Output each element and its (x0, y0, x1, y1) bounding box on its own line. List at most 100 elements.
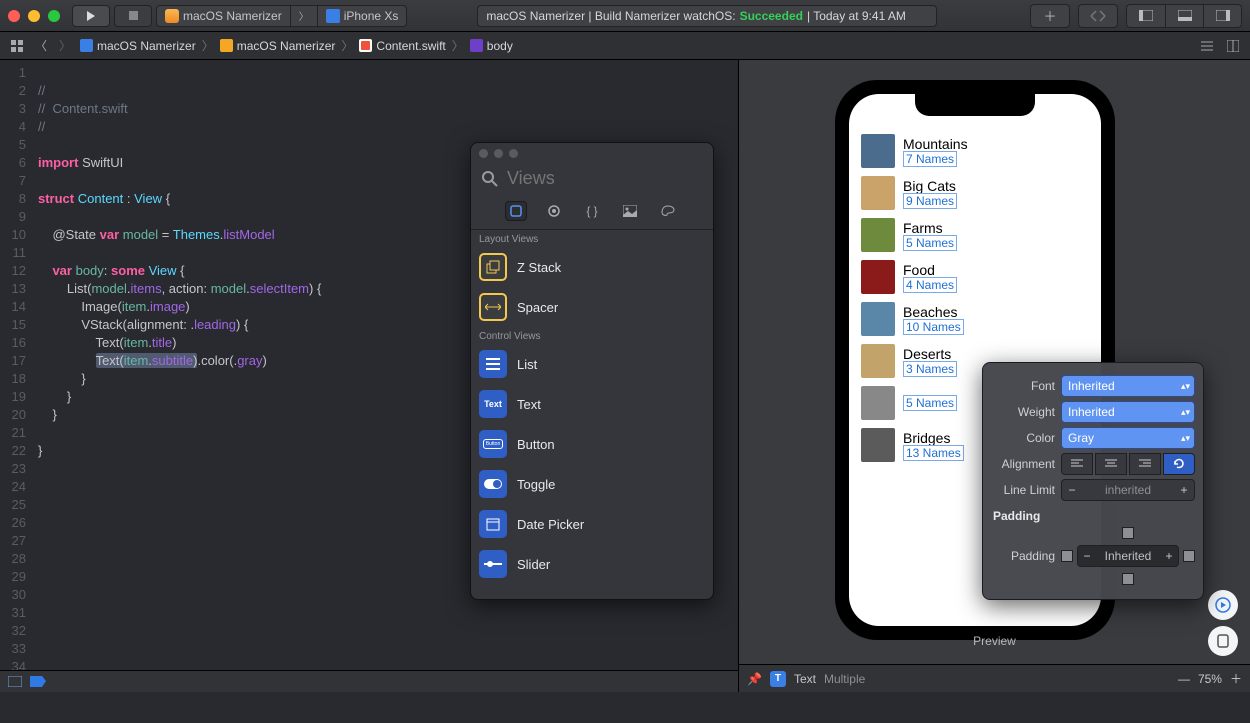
add-editor-icon[interactable] (1224, 37, 1242, 55)
padding-value: Inherited (1096, 549, 1160, 563)
font-select[interactable]: Inherited▴▾ (1061, 375, 1195, 397)
crumb-project[interactable]: macOS Namerizer (97, 39, 196, 53)
selection-type-badge: T (770, 671, 786, 687)
library-tab-colors[interactable] (657, 201, 679, 221)
preview-row-title: Big Cats (903, 178, 957, 194)
line-limit-plus[interactable]: + (1174, 483, 1194, 497)
datepicker-icon (479, 510, 507, 538)
library-popover[interactable]: { } Layout Views Z Stack Spacer Control … (470, 142, 714, 600)
align-reset-button[interactable] (1163, 453, 1195, 475)
stop-button[interactable] (114, 5, 152, 27)
library-tab-media[interactable] (619, 201, 641, 221)
padding-header: Padding (993, 509, 1195, 523)
padding-left-box[interactable] (1061, 550, 1073, 562)
padding-stepper[interactable]: − Inherited + (1077, 545, 1179, 567)
zoom-out-icon[interactable]: — (1178, 672, 1190, 686)
library-item-spacer[interactable]: Spacer (471, 287, 713, 327)
breadcrumb[interactable]: macOS Namerizer 〉 macOS Namerizer 〉 Cont… (80, 37, 513, 54)
library-section-layout: Layout Views (471, 230, 713, 247)
device-notch (915, 94, 1035, 116)
editor-options-icon[interactable] (1198, 37, 1216, 55)
preview-row[interactable]: Big Cats9 Names (857, 172, 1093, 214)
color-select[interactable]: Gray▴▾ (1061, 427, 1195, 449)
padding-bottom-box[interactable] (1122, 573, 1134, 585)
run-button[interactable] (72, 5, 110, 27)
preview-thumbnail (861, 176, 895, 210)
library-minimize-icon[interactable] (494, 149, 503, 158)
library-item-datepicker[interactable]: Date Picker (471, 504, 713, 544)
library-tab-views[interactable] (505, 201, 527, 221)
preview-row-title: Beaches (903, 304, 964, 320)
color-label: Color (991, 431, 1061, 445)
library-zoom-icon[interactable] (509, 149, 518, 158)
zoom-in-icon[interactable]: ＋ (1230, 670, 1242, 687)
button-icon: Button (479, 430, 507, 458)
weight-label: Weight (991, 405, 1061, 419)
preview-row[interactable]: Mountains7 Names (857, 130, 1093, 172)
padding-label: Padding (991, 549, 1061, 563)
toggle-inspector-button[interactable] (1203, 5, 1241, 27)
crumb-symbol[interactable]: body (487, 39, 513, 53)
line-limit-stepper[interactable]: − inherited + (1061, 479, 1195, 501)
code-review-button[interactable] (1079, 5, 1117, 27)
toggle-icon (479, 470, 507, 498)
library-item-label: Button (517, 437, 555, 452)
library-item-toggle[interactable]: Toggle (471, 464, 713, 504)
library-item-zstack[interactable]: Z Stack (471, 247, 713, 287)
zoom-window-icon[interactable] (48, 10, 60, 22)
align-trailing-button[interactable] (1129, 453, 1161, 475)
library-item-slider[interactable]: Slider (471, 544, 713, 584)
attributes-inspector[interactable]: Font Inherited▴▾ Weight Inherited▴▾ Colo… (982, 362, 1204, 600)
property-icon (470, 39, 483, 52)
minimize-window-icon[interactable] (28, 10, 40, 22)
scheme-device[interactable]: iPhone Xs (317, 6, 407, 26)
library-item-text[interactable]: Text Text (471, 384, 713, 424)
padding-right-box[interactable] (1183, 550, 1195, 562)
padding-minus[interactable]: − (1078, 549, 1096, 563)
status-text: macOS Namerizer | Build Namerizer watchO… (486, 9, 735, 23)
scheme-selector[interactable]: macOS Namerizer 〉 iPhone Xs (156, 5, 407, 27)
padding-plus[interactable]: + (1160, 549, 1178, 563)
library-close-icon[interactable] (479, 149, 488, 158)
align-leading-button[interactable] (1061, 453, 1093, 475)
debug-marker-icon[interactable] (30, 676, 46, 687)
live-preview-button[interactable] (1208, 590, 1238, 620)
preview-row[interactable]: Farms5 Names (857, 214, 1093, 256)
selection-type-label: Text (794, 672, 816, 686)
line-limit-value: inherited (1082, 483, 1174, 497)
zstack-icon (479, 253, 507, 281)
scheme-target[interactable]: macOS Namerizer (157, 6, 290, 26)
padding-top-box[interactable] (1122, 527, 1134, 539)
device-icon (326, 9, 340, 23)
close-window-icon[interactable] (8, 10, 20, 22)
library-section-control: Control Views (471, 327, 713, 344)
library-tab-modifiers[interactable] (543, 201, 565, 221)
zoom-level: 75% (1198, 672, 1222, 686)
library-item-list[interactable]: List (471, 344, 713, 384)
library-item-button[interactable]: Button Button (471, 424, 713, 464)
preview-row[interactable]: Beaches10 Names (857, 298, 1093, 340)
padding-control[interactable]: − Inherited + (1061, 527, 1195, 585)
library-plus-button[interactable]: ＋ (1031, 5, 1069, 27)
related-items-icon[interactable] (8, 37, 26, 55)
preview-row-subtitle: 9 Names (903, 194, 957, 208)
library-item-label: List (517, 357, 537, 372)
crumb-folder[interactable]: macOS Namerizer (237, 39, 336, 53)
line-limit-minus[interactable]: − (1062, 483, 1082, 497)
toggle-debug-area-button[interactable] (1165, 5, 1203, 27)
breakpoint-toggle-icon[interactable] (8, 676, 22, 687)
crumb-file[interactable]: Content.swift (376, 39, 445, 53)
align-center-button[interactable] (1095, 453, 1127, 475)
library-tab-snippets[interactable]: { } (581, 201, 603, 221)
nav-back-icon[interactable]: 〈 (32, 37, 50, 55)
preview-row-subtitle: 10 Names (903, 320, 964, 334)
weight-select[interactable]: Inherited▴▾ (1061, 401, 1195, 423)
nav-forward-icon[interactable]: 〉 (56, 37, 74, 55)
pin-preview-icon[interactable]: 📌 (747, 672, 762, 686)
scheme-target-label: macOS Namerizer (183, 9, 282, 23)
status-succeeded: Succeeded (740, 9, 803, 23)
library-search-input[interactable] (507, 168, 714, 189)
preview-row-subtitle: 4 Names (903, 278, 957, 292)
toggle-navigator-button[interactable] (1127, 5, 1165, 27)
preview-row[interactable]: Food4 Names (857, 256, 1093, 298)
